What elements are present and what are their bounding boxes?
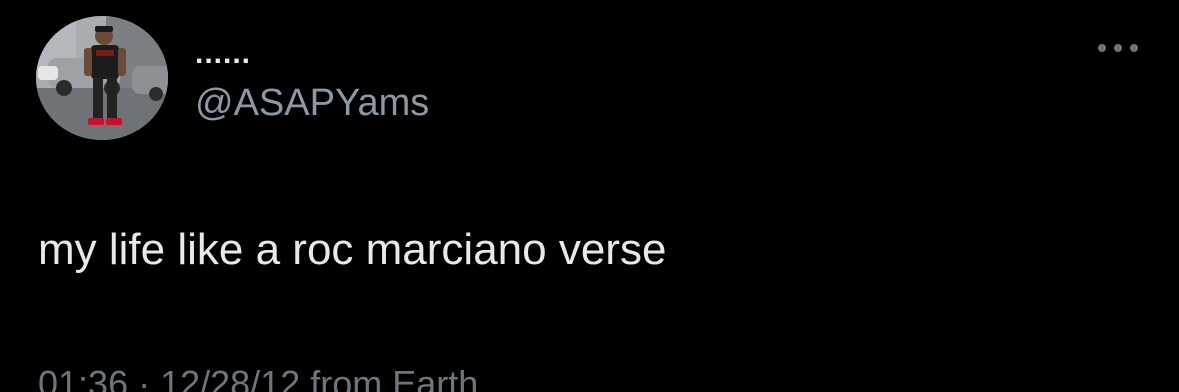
- display-name[interactable]: ......: [195, 34, 251, 74]
- tweet-card: ...... @ASAPYams my life like a roc marc…: [0, 0, 1179, 392]
- tweet-text: my life like a roc marciano verse: [38, 225, 667, 274]
- profile-photo-icon: [36, 16, 168, 140]
- tweet-timestamp[interactable]: 01:36 · 12/28/12 from Earth: [38, 362, 478, 392]
- user-handle[interactable]: @ASAPYams: [195, 80, 429, 126]
- more-options-button[interactable]: [1090, 28, 1146, 68]
- avatar[interactable]: [36, 16, 168, 140]
- more-horizontal-icon: [1098, 44, 1138, 52]
